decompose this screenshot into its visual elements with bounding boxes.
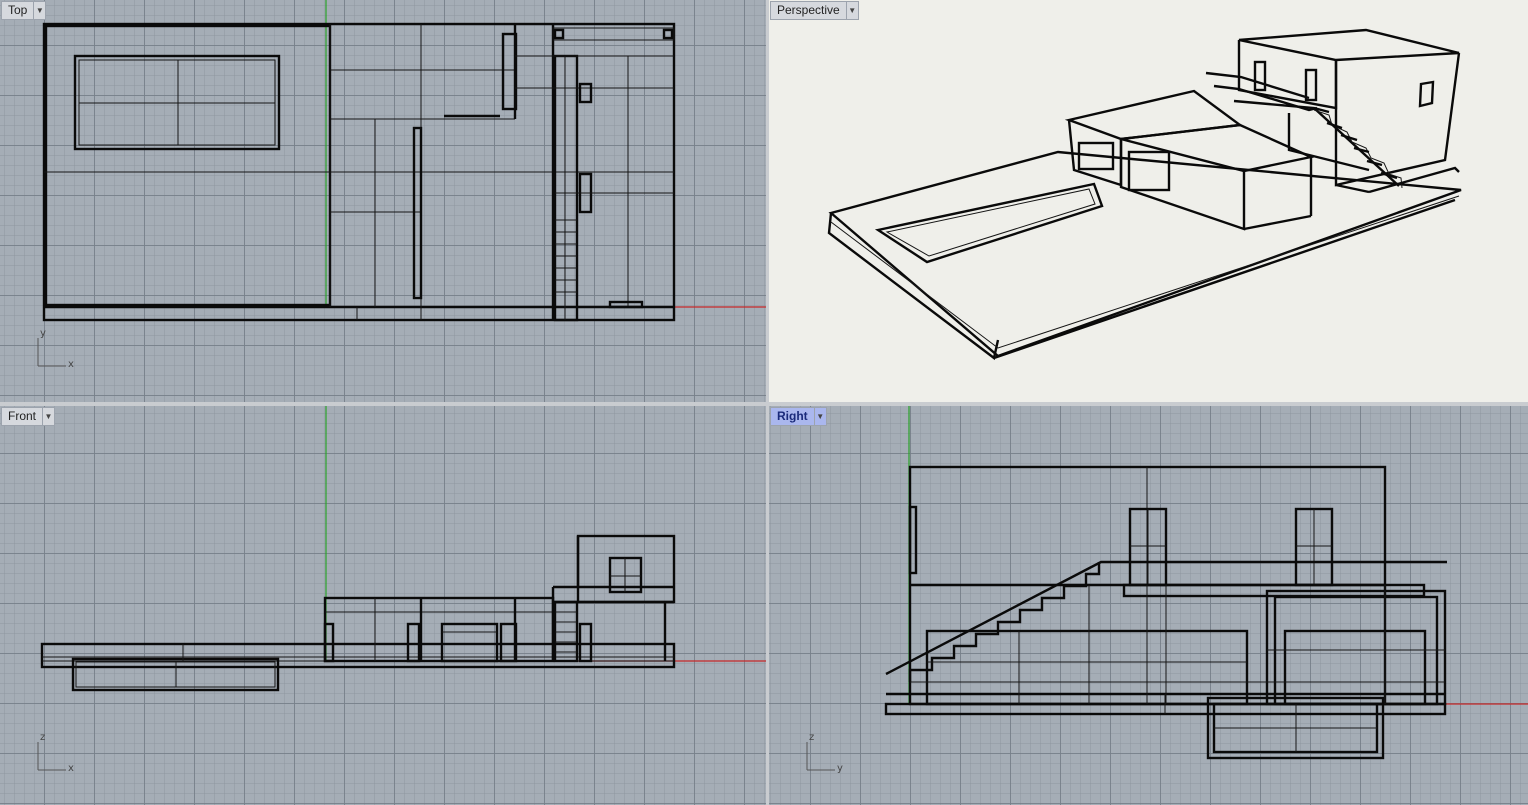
triangle-down-icon[interactable]: ▼ <box>845 2 858 19</box>
gizmo-axis-vertical: z <box>809 732 814 743</box>
viewport-top[interactable]: y x Top ▼ <box>0 0 766 402</box>
gizmo-axis-horizontal: x <box>68 359 74 370</box>
perspective-view-drawing <box>827 28 1462 361</box>
gizmo-axis-vertical: y <box>40 328 46 339</box>
triangle-down-icon[interactable]: ▼ <box>813 408 826 425</box>
viewport-splitter-horizontal[interactable] <box>0 402 1528 406</box>
viewport-title-front[interactable]: Front <box>2 408 42 425</box>
viewport-right[interactable]: z y Right ▼ <box>769 406 1528 805</box>
gizmo-axis-horizontal: x <box>68 763 74 774</box>
gizmo-axis-vertical: z <box>40 732 45 743</box>
viewport-label-right[interactable]: Right ▼ <box>770 407 827 426</box>
axis-gizmo-right: z y <box>809 732 843 774</box>
viewport-title-right[interactable]: Right <box>771 408 814 425</box>
viewport-front[interactable]: z x Front ▼ <box>0 406 766 805</box>
viewport-perspective[interactable]: Perspective ▼ <box>769 0 1528 402</box>
viewport-label-top[interactable]: Top ▼ <box>1 1 47 20</box>
viewport-title-perspective[interactable]: Perspective <box>771 2 846 19</box>
gizmo-axis-horizontal: y <box>837 763 843 774</box>
triangle-down-icon[interactable]: ▼ <box>33 2 45 19</box>
axis-gizmo-front: z x <box>40 732 74 774</box>
triangle-down-icon[interactable]: ▼ <box>42 408 54 425</box>
viewport-label-front[interactable]: Front ▼ <box>1 407 56 426</box>
axis-gizmo-top: y x <box>40 328 74 370</box>
viewport-title-top[interactable]: Top <box>2 2 33 19</box>
viewport-label-perspective[interactable]: Perspective ▼ <box>770 1 859 20</box>
